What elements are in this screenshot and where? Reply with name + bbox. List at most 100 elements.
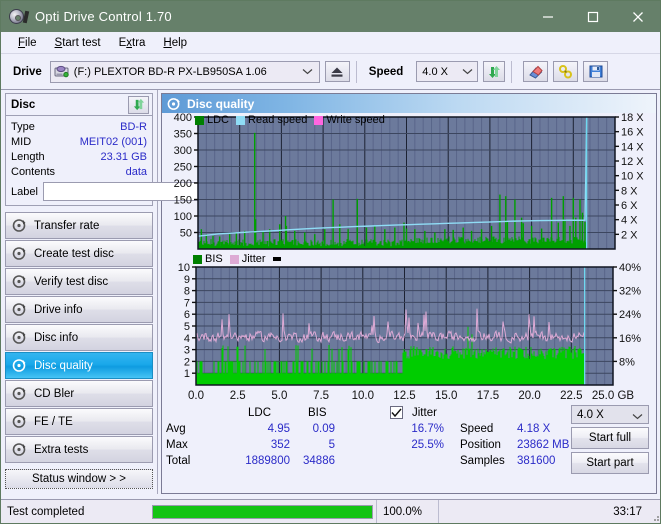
legend-label-read-speed: Read speed bbox=[248, 114, 308, 126]
ldc-chart-container: LDC Read speed Write speed 50 100 150 200 25… bbox=[162, 113, 656, 253]
svg-text:25.0 GB: 25.0 GB bbox=[592, 390, 635, 402]
stats-row-total-name: Total bbox=[166, 455, 191, 467]
svg-text:0.0: 0.0 bbox=[188, 390, 204, 402]
sidebar: Disc Type BD-R MID MEIT02 (001) Length 2… bbox=[1, 90, 250, 494]
position-stat-value: 23862 MB bbox=[517, 439, 570, 451]
status-bar: Test completed 100.0% 33:17 bbox=[1, 499, 660, 524]
save-button[interactable] bbox=[583, 61, 609, 82]
disc-icon bbox=[12, 302, 27, 317]
close-icon[interactable] bbox=[615, 1, 660, 32]
svg-text:7.5: 7.5 bbox=[313, 390, 329, 402]
stats-row-max-ldc: 352 bbox=[270, 439, 290, 451]
start-part-button[interactable]: Start part bbox=[571, 452, 649, 474]
refresh-button[interactable] bbox=[483, 61, 506, 82]
stats-area: LDC BIS Jitter Avg 4.95 0.09 16.7% Max 3… bbox=[162, 405, 656, 482]
speed-label: Speed bbox=[368, 65, 404, 78]
window-title: Opti Drive Control 1.70 bbox=[35, 9, 172, 24]
svg-text:20.0: 20.0 bbox=[518, 390, 540, 402]
main-panel: Disc quality LDC Read speed Write speed … bbox=[158, 90, 660, 494]
disc-label-key: Label bbox=[11, 185, 38, 198]
disc-group-title: Disc bbox=[11, 98, 36, 111]
svg-text:4 X: 4 X bbox=[621, 215, 638, 227]
stats-row-avg-ldc: 4.95 bbox=[267, 423, 290, 435]
nav-list: Transfer rate Create test disc Verify te… bbox=[5, 212, 153, 464]
menu-help[interactable]: Help bbox=[154, 35, 196, 51]
menu-file[interactable]: File bbox=[9, 35, 46, 51]
svg-text:1: 1 bbox=[184, 368, 190, 380]
sidebar-item-cd-bler[interactable]: CD Bler bbox=[5, 380, 153, 407]
svg-text:300: 300 bbox=[174, 145, 192, 157]
sidebar-item-transfer-rate[interactable]: Transfer rate bbox=[5, 212, 153, 239]
drive-label: Drive bbox=[13, 65, 42, 78]
svg-text:15.0: 15.0 bbox=[435, 390, 457, 402]
resize-grip-icon[interactable] bbox=[648, 500, 660, 524]
svg-text:8 X: 8 X bbox=[621, 185, 638, 197]
jitter-checkbox[interactable] bbox=[390, 406, 403, 419]
svg-text:200: 200 bbox=[174, 178, 192, 190]
main-body: Disc Type BD-R MID MEIT02 (001) Length 2… bbox=[1, 90, 660, 494]
maximize-icon[interactable] bbox=[570, 1, 615, 32]
minimize-icon[interactable] bbox=[525, 1, 570, 32]
menu-extra[interactable]: Extra bbox=[110, 35, 155, 51]
bis-chart-container: BIS Jitter 1 2 3 4 5 6 7 8 9 10 8% 16% 24% 32% 40% 0.0 2… bbox=[162, 253, 656, 405]
sidebar-item-label: Extra tests bbox=[34, 443, 89, 456]
legend-label-jitter: Jitter bbox=[241, 253, 266, 265]
disc-icon bbox=[12, 358, 27, 373]
disc-label-row: Label bbox=[11, 182, 250, 201]
svg-text:10.0: 10.0 bbox=[352, 390, 374, 402]
svg-text:18 X: 18 X bbox=[621, 113, 644, 124]
svg-text:8: 8 bbox=[184, 286, 190, 298]
position-stat-label: Position bbox=[460, 439, 501, 451]
panel-title: Disc quality bbox=[187, 96, 255, 111]
legend-item-jitter: Jitter bbox=[229, 253, 266, 265]
menu-start-test[interactable]: Start test bbox=[46, 35, 110, 51]
speed-select[interactable]: 4.0 X bbox=[416, 61, 479, 82]
stats-row-avg-jitter: 16.7% bbox=[411, 423, 444, 435]
sidebar-item-fe-te[interactable]: FE / TE bbox=[5, 408, 153, 435]
sidebar-item-extra-tests[interactable]: Extra tests bbox=[5, 436, 153, 463]
disc-row-mid: MID MEIT02 (001) bbox=[11, 134, 147, 149]
drive-select[interactable]: (F:) PLEXTOR BD-R PX-LB950SA 1.06 bbox=[49, 60, 320, 83]
tools-button[interactable] bbox=[553, 61, 579, 82]
svg-text:2.5: 2.5 bbox=[230, 390, 246, 402]
svg-text:400: 400 bbox=[174, 113, 192, 124]
bis-chart: 12345678910 8% 16% 24% 32% 40% 0.0 2.5 5.0 7.5 10.… bbox=[178, 262, 641, 402]
sidebar-item-disc-quality[interactable]: Disc quality bbox=[5, 352, 153, 379]
disc-quality-panel: Disc quality LDC Read speed Write speed … bbox=[161, 93, 657, 494]
legend-swatch-write-speed bbox=[314, 115, 324, 125]
toolbar-divider bbox=[355, 60, 357, 83]
status-window-button[interactable]: Status window > > bbox=[5, 469, 153, 489]
sidebar-item-disc-info[interactable]: Disc info bbox=[5, 324, 153, 351]
stats-row-max-jitter: 25.5% bbox=[411, 439, 444, 451]
legend-marker bbox=[272, 257, 284, 261]
disc-icon bbox=[167, 97, 181, 111]
disc-icon bbox=[12, 330, 27, 345]
svg-text:22.5: 22.5 bbox=[560, 390, 582, 402]
eraser-button[interactable] bbox=[523, 61, 549, 82]
drive-icon bbox=[54, 65, 70, 79]
svg-text:3: 3 bbox=[184, 345, 190, 357]
stats-row-max-bis: 5 bbox=[328, 439, 335, 451]
svg-text:12 X: 12 X bbox=[621, 156, 644, 168]
disc-icon bbox=[12, 386, 27, 401]
legend-item-write-speed: Write speed bbox=[314, 114, 385, 126]
svg-text:17.5: 17.5 bbox=[477, 390, 499, 402]
speed-stat-value: 4.18 X bbox=[517, 423, 551, 435]
svg-text:32%: 32% bbox=[619, 286, 641, 298]
disc-row-contents: Contents data bbox=[11, 164, 147, 179]
progress-percent: 100.0% bbox=[376, 499, 438, 523]
bis-chart-legend: BIS Jitter bbox=[193, 253, 291, 265]
svg-text:2 X: 2 X bbox=[621, 229, 638, 241]
sidebar-item-create-test-disc[interactable]: Create test disc bbox=[5, 240, 153, 267]
svg-text:16 X: 16 X bbox=[621, 127, 644, 139]
disc-refresh-button[interactable] bbox=[128, 95, 149, 114]
svg-text:250: 250 bbox=[174, 162, 192, 174]
svg-text:4: 4 bbox=[184, 333, 190, 345]
sidebar-item-verify-test-disc[interactable]: Verify test disc bbox=[5, 268, 153, 295]
sidebar-item-drive-info[interactable]: Drive info bbox=[5, 296, 153, 323]
chevron-down-icon bbox=[632, 411, 643, 423]
test-speed-select[interactable]: 4.0 X bbox=[571, 405, 649, 424]
start-full-button[interactable]: Start full bbox=[571, 427, 649, 449]
eject-button[interactable] bbox=[324, 61, 350, 82]
sidebar-item-label: Disc info bbox=[34, 331, 79, 344]
